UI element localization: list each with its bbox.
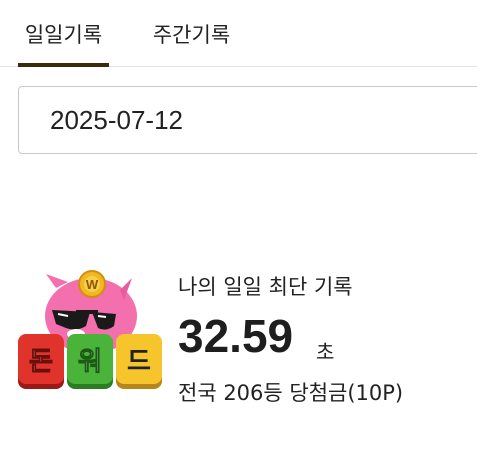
date-picker-field[interactable]: 2025-07-12 xyxy=(18,86,477,154)
tab-bar: 일일기록 주간기록 xyxy=(0,0,477,67)
logo-tile-2: 워 xyxy=(67,334,113,389)
active-tab-indicator xyxy=(18,63,109,67)
tab-weekly-record[interactable]: 주간기록 xyxy=(140,0,243,67)
coin-letter: W xyxy=(86,277,99,292)
tile-text: 드 xyxy=(127,347,151,377)
logo-tile-1: 돈 xyxy=(18,334,64,389)
tile-text: 돈 xyxy=(29,347,53,377)
record-title: 나의 일일 최단 기록 xyxy=(178,275,353,299)
record-time-unit: 초 xyxy=(316,340,335,364)
logo-tile-3: 드 xyxy=(116,334,162,389)
record-time-value: 32.59 xyxy=(178,310,294,362)
tile-text: 워 xyxy=(78,347,102,377)
date-value: 2025-07-12 xyxy=(50,104,183,135)
tab-daily-record[interactable]: 일일기록 xyxy=(18,0,109,67)
donword-logo: W 돈 워 드 xyxy=(18,270,162,389)
record-rank-reward: 전국 206등 당첨금(10P) xyxy=(178,381,404,405)
coin-icon: W xyxy=(78,270,106,298)
